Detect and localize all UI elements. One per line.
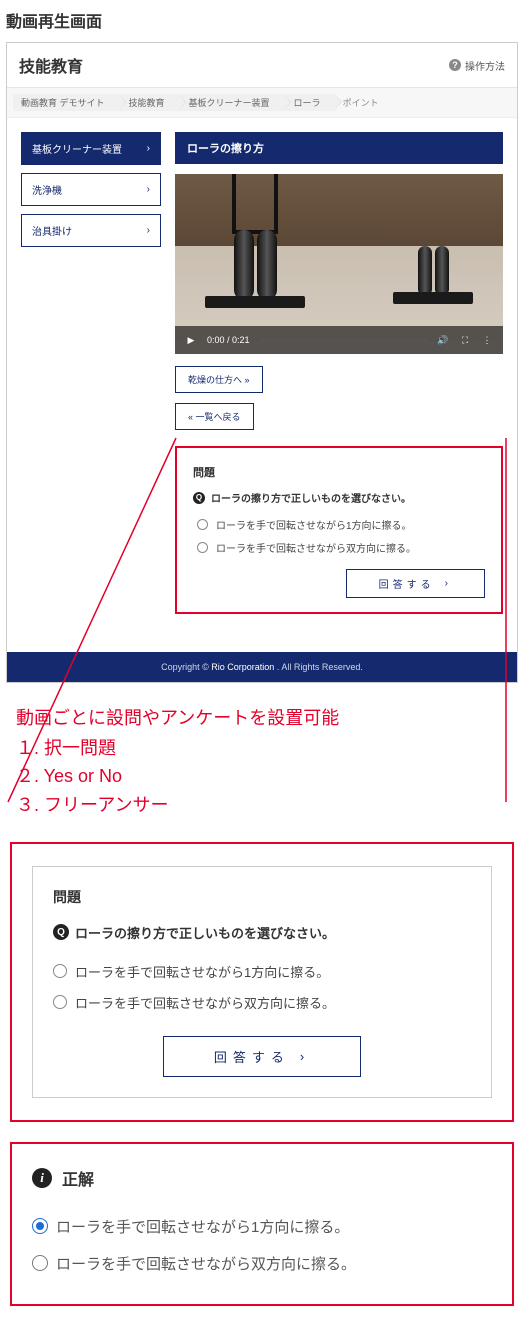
back-button-label: « 一覧へ戻る <box>188 410 241 423</box>
quiz-prompt: Q ローラの擦り方で正しいものを選びなさい。 <box>53 923 471 942</box>
radio-icon <box>197 519 208 530</box>
breadcrumb-item[interactable]: ローラ <box>284 94 335 111</box>
footer: Copyright © Rio Corporation . All Rights… <box>7 652 517 682</box>
answer-option-label: ローラを手で回転させながら1方向に擦る。 <box>56 1216 349 1237</box>
correct-heading: i 正解 <box>32 1166 492 1190</box>
breadcrumb-current: ポイント <box>335 94 387 111</box>
chevron-right-icon: › <box>445 578 452 589</box>
quiz-option[interactable]: ローラを手で回転させながら双方向に擦る。 <box>193 536 485 559</box>
footer-link[interactable]: Rio Corporation <box>211 662 274 672</box>
bullet-icon: Q <box>53 924 69 940</box>
sidebar-item-jig[interactable]: 治具掛け › <box>21 214 161 247</box>
fullscreen-icon[interactable]: ⛶ <box>459 334 471 346</box>
breadcrumb-item[interactable]: 技能教育 <box>119 94 179 111</box>
quiz-title: 問題 <box>53 887 471 907</box>
quiz-box-enlarged: 問題 Q ローラの擦り方で正しいものを選びなさい。 ローラを手で回転させながら1… <box>10 842 514 1122</box>
answer-option[interactable]: ローラを手で回転させながら1方向に擦る。 <box>32 1208 492 1245</box>
footer-suffix: . All Rights Reserved. <box>277 662 363 672</box>
breadcrumb: 動画教育 デモサイト 技能教育 基板クリーナー装置 ローラ ポイント <box>7 88 517 118</box>
app-title: 技能教育 <box>19 53 83 77</box>
sidebar: 基板クリーナー装置 › 洗浄機 › 治具掛け › <box>21 132 161 614</box>
annotation-heading: 動画ごとに設問やアンケートを設置可能 <box>16 703 508 734</box>
help-icon: ? <box>449 59 461 71</box>
video-controls: ▶ 0:00 / 0:21 🔊 ⛶ ⋮ <box>175 326 503 354</box>
quiz-prompt-text: ローラの擦り方で正しいものを選びなさい。 <box>211 490 411 505</box>
quiz-option-label: ローラを手で回転させながら1方向に擦る。 <box>216 517 412 532</box>
bullet-icon: Q <box>193 492 205 504</box>
app-header: 技能教育 ? 操作方法 <box>7 43 517 88</box>
next-button-label: 乾燥の仕方へ » <box>188 373 250 386</box>
answer-box: i 正解 ローラを手で回転させながら1方向に擦る。 ローラを手で回転させながら双… <box>10 1142 514 1306</box>
video-progress[interactable] <box>260 339 427 342</box>
sidebar-item-label: 治具掛け <box>32 223 72 238</box>
answer-button[interactable]: 回答する › <box>346 569 485 598</box>
radio-icon <box>197 542 208 553</box>
chevron-right-icon: › <box>300 1049 310 1064</box>
annotation-item: １. 択一問題 <box>16 734 508 763</box>
breadcrumb-item[interactable]: 基板クリーナー装置 <box>179 94 284 111</box>
page-title: 動画再生画面 <box>0 0 524 42</box>
quiz-option[interactable]: ローラを手で回転させながら1方向に擦る。 <box>193 513 485 536</box>
quiz-option-label: ローラを手で回転させながら双方向に擦る。 <box>216 540 416 555</box>
quiz-option-label: ローラを手で回転させながら1方向に擦る。 <box>75 962 329 981</box>
breadcrumb-item[interactable]: 動画教育 デモサイト <box>13 94 119 111</box>
info-icon: i <box>32 1168 52 1188</box>
chevron-right-icon: › <box>147 184 150 195</box>
answer-button-label: 回答する <box>214 1047 290 1066</box>
quiz-option[interactable]: ローラを手で回転させながら1方向に擦る。 <box>53 956 471 987</box>
video-time: 0:00 / 0:21 <box>207 335 250 345</box>
footer-prefix: Copyright © <box>161 662 211 672</box>
play-icon[interactable]: ▶ <box>185 334 197 346</box>
volume-icon[interactable]: 🔊 <box>437 334 449 346</box>
section-title: ローラの擦り方 <box>175 132 503 164</box>
more-icon[interactable]: ⋮ <box>481 334 493 346</box>
sidebar-item-label: 基板クリーナー装置 <box>32 141 122 156</box>
sidebar-item-washer[interactable]: 洗浄機 › <box>21 173 161 206</box>
quiz-option-label: ローラを手で回転させながら双方向に擦る。 <box>75 993 335 1012</box>
annotation-item: ２. Yes or No <box>16 762 508 791</box>
app-frame: 技能教育 ? 操作方法 動画教育 デモサイト 技能教育 基板クリーナー装置 ロー… <box>6 42 518 683</box>
annotation-block: 動画ごとに設問やアンケートを設置可能 １. 択一問題 ２. Yes or No … <box>0 683 524 834</box>
radio-icon <box>32 1255 48 1271</box>
back-button[interactable]: « 一覧へ戻る <box>175 403 254 430</box>
answer-option-label: ローラを手で回転させながら双方向に擦る。 <box>56 1253 356 1274</box>
sidebar-item-label: 洗浄機 <box>32 182 62 197</box>
answer-button[interactable]: 回答する › <box>163 1036 361 1077</box>
chevron-right-icon: › <box>147 225 150 236</box>
quiz-prompt: Q ローラの擦り方で正しいものを選びなさい。 <box>193 490 485 505</box>
radio-icon <box>32 1218 48 1234</box>
quiz-title: 問題 <box>193 464 485 480</box>
quiz-box-inline: 問題 Q ローラの擦り方で正しいものを選びなさい。 ローラを手で回転させながら1… <box>175 446 503 614</box>
answer-option[interactable]: ローラを手で回転させながら双方向に擦る。 <box>32 1245 492 1282</box>
chevron-right-icon: › <box>147 143 150 154</box>
radio-icon <box>53 964 67 978</box>
help-link[interactable]: ? 操作方法 <box>449 58 505 73</box>
answer-button-label: 回答する <box>379 576 435 591</box>
annotation-item: ３. フリーアンサー <box>16 791 508 820</box>
help-label: 操作方法 <box>465 58 505 73</box>
correct-title: 正解 <box>62 1166 94 1190</box>
radio-icon <box>53 995 67 1009</box>
next-button[interactable]: 乾燥の仕方へ » <box>175 366 263 393</box>
quiz-option[interactable]: ローラを手で回転させながら双方向に擦る。 <box>53 987 471 1018</box>
sidebar-item-cleaner[interactable]: 基板クリーナー装置 › <box>21 132 161 165</box>
video-player[interactable]: ▶ 0:00 / 0:21 🔊 ⛶ ⋮ <box>175 174 503 354</box>
quiz-prompt-text: ローラの擦り方で正しいものを選びなさい。 <box>75 923 335 942</box>
main-content: ローラの擦り方 ▶ 0:00 / 0:21 🔊 ⛶ ⋮ <box>175 132 503 614</box>
